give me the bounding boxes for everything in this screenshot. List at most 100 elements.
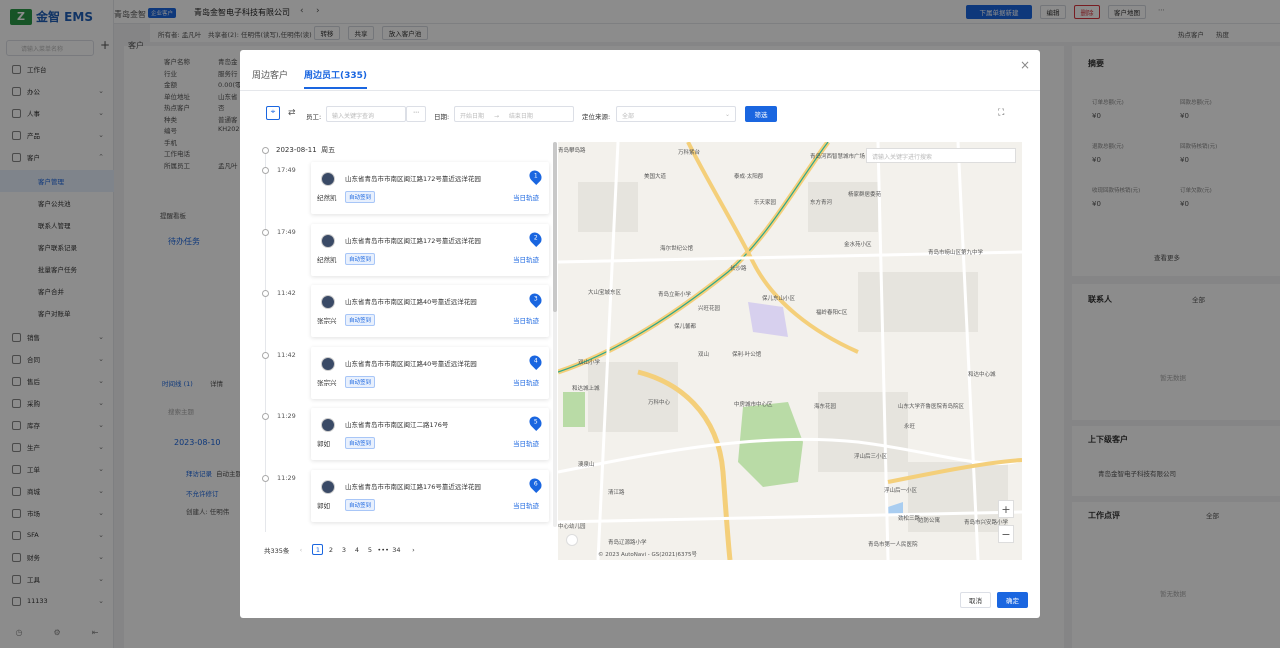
map-label: 大山宝城东区: [588, 290, 622, 296]
pager-prev-icon[interactable]: ‹: [295, 544, 306, 555]
map-label: 海尔世纪公馆: [660, 246, 694, 252]
map-label: 保儿馨都: [674, 324, 697, 330]
map-label: 金水苑小区: [844, 242, 872, 248]
daily-track-link[interactable]: 当日轨迹: [513, 254, 539, 264]
date-range-input[interactable]: 开始日期 → 结束日期: [454, 106, 574, 122]
map-label: 边防公寓: [918, 518, 941, 524]
pager-page[interactable]: 3: [338, 544, 349, 555]
source-select[interactable]: 全部 ⌄: [616, 106, 736, 122]
map-label: 长沙路: [730, 266, 747, 272]
close-icon[interactable]: ×: [1020, 58, 1030, 72]
scrollbar-thumb[interactable]: [553, 142, 557, 312]
map-label: 泰成·太阳郡: [734, 174, 764, 180]
timeline-scrollbar[interactable]: [553, 142, 557, 527]
timeline-dot: [262, 228, 269, 236]
map-roads: [558, 142, 1022, 560]
map-label: 澳泉山: [578, 462, 595, 468]
employee-name: 张宗兴: [317, 317, 337, 325]
pager-page[interactable]: 4: [351, 544, 362, 555]
checkin-address: 山东省青岛市市南区闽江路40号靠近远洋花园: [345, 298, 477, 306]
entry-time: 11:42: [277, 289, 296, 297]
locate-me-icon[interactable]: [566, 534, 578, 546]
checkin-type-badge: 自动签到: [345, 191, 376, 203]
map-view[interactable]: 请输入关键字进行搜索 青岛攀岛路 万科紫台 美国大道 泰成·太阳郡 青岛河西智慧城市广场…: [558, 142, 1022, 560]
cancel-button[interactable]: 取消: [960, 592, 991, 608]
map-label: 保儿东山小区: [762, 296, 796, 302]
map-pin-icon[interactable]: 6: [527, 475, 544, 493]
employee-input[interactable]: 输入关键字查询: [326, 106, 406, 122]
source-label: 定位来源:: [582, 113, 611, 121]
pager-page[interactable]: 1: [312, 544, 324, 555]
map-label: 杨家群居委苑: [848, 192, 882, 198]
checkin-type-badge: 自动签到: [345, 252, 376, 265]
confirm-button[interactable]: 确定: [997, 592, 1028, 608]
pager-pages: 1 2 3 4 5 ••• 34: [312, 544, 402, 555]
pager-page[interactable]: 2: [325, 544, 336, 555]
checkin-address: 山东省青岛市市南区闽江路172号靠近远洋花园: [345, 175, 481, 183]
map-label: 保利·叶公馆: [732, 352, 762, 358]
map-pin-icon[interactable]: 3: [527, 291, 544, 308]
daily-track-link[interactable]: 当日轨迹: [513, 192, 539, 202]
employee-card[interactable]: 张宗兴 山东省青岛市市南区闽江路40号靠近远洋花园自动签到 4 当日轨迹: [311, 346, 549, 399]
map-label: 双山: [698, 352, 710, 358]
map-pin-icon[interactable]: 2: [527, 229, 544, 247]
pager-page[interactable]: 34: [391, 544, 402, 555]
checkin-type-badge: 自动签到: [345, 437, 376, 449]
map-pin-icon[interactable]: 1: [527, 168, 544, 185]
pagination: 共335条 ‹ 1 2 3 4 5 ••• 34 ›: [264, 544, 419, 555]
timeline-date-dot: [262, 147, 269, 154]
checkin-type-badge: 自动签到: [345, 314, 376, 326]
employee-card[interactable]: 纪然凯 山东省青岛市市南区闽江路172号靠近远洋花园 自动签到 2 当日轨迹: [311, 223, 549, 276]
map-label: 青岛市第一人民医院: [868, 542, 918, 548]
location-icon[interactable]: ⌖: [266, 106, 280, 120]
tab-nearby-customers[interactable]: 周边客户: [252, 68, 288, 89]
chevron-down-icon: ⌄: [724, 111, 730, 118]
pager-page[interactable]: •••: [377, 544, 389, 555]
employee-card[interactable]: 郭如 山东省青岛市市南区闽江二路176号 自动签到 5 当日轨迹: [311, 408, 549, 460]
map-label: 青岛立新小学: [658, 292, 692, 298]
map-pin-icon[interactable]: 5: [527, 414, 544, 431]
avatar: [321, 233, 335, 248]
employee-card[interactable]: 郭如 山东省青岛市市南区闽江路176号靠近远洋花园 自动签到 6 当日轨迹: [311, 469, 549, 522]
map-label: 永旺: [904, 424, 916, 430]
timeline-dot: [262, 351, 269, 359]
map-search-input[interactable]: 请输入关键字进行搜索: [866, 148, 1016, 163]
pager-page[interactable]: 5: [364, 544, 375, 555]
daily-track-link[interactable]: 当日轨迹: [513, 315, 539, 325]
employee-card[interactable]: 张宗兴 山东省青岛市市南区闽江路40号靠近远洋花园自动签到 3 当日轨迹: [311, 285, 549, 337]
swap-icon[interactable]: ⇄: [288, 108, 296, 118]
zoom-out-icon[interactable]: −: [998, 525, 1014, 543]
map-label: 美国大道: [644, 174, 667, 180]
employee-name: 纪然凯: [317, 194, 337, 202]
map-label: 双山小学: [578, 360, 601, 366]
employee-name: 张宗兴: [317, 378, 337, 387]
checkin-type-badge: 自动签到: [345, 498, 376, 511]
map-label: 万科中心: [648, 400, 671, 406]
entry-time: 11:29: [277, 412, 296, 420]
entry-time: 11:29: [277, 473, 296, 482]
map-label: 浮山后三小区: [854, 454, 888, 460]
checkin-address: 山东省青岛市市南区闽江路40号靠近远洋花园: [345, 359, 477, 368]
map-label: 中心幼儿园: [558, 524, 586, 530]
date-label: 日期:: [434, 113, 450, 121]
fullscreen-icon[interactable]: ⛶: [998, 108, 1004, 118]
modal-tabs: 周边客户 周边员工(335): [252, 68, 368, 89]
daily-track-link[interactable]: 当日轨迹: [513, 377, 539, 387]
employee-card[interactable]: 纪然凯 山东省青岛市市南区闽江路172号靠近远洋花园自动签到 1 当日轨迹: [311, 162, 549, 214]
daily-track-link[interactable]: 当日轨迹: [513, 500, 539, 510]
daily-track-link[interactable]: 当日轨迹: [513, 438, 539, 448]
employee-picker-icon[interactable]: ⋯: [406, 106, 426, 122]
map-pin-icon[interactable]: 4: [527, 352, 544, 370]
zoom-in-icon[interactable]: +: [998, 500, 1014, 518]
employee-name: 纪然凯: [317, 255, 337, 264]
pager-next-icon[interactable]: ›: [408, 544, 419, 555]
arrow-right-icon: →: [493, 113, 499, 120]
modal-footer: 取消 确定: [960, 592, 1028, 608]
checkin-type-badge: 自动签到: [345, 375, 376, 388]
map-label: 乐天家园: [754, 200, 777, 206]
tab-nearby-employees[interactable]: 周边员工(335): [304, 68, 368, 89]
date-start: 开始日期: [460, 113, 485, 120]
filter-button[interactable]: 筛选: [745, 106, 777, 122]
map-label: 兴旺花园: [698, 306, 721, 312]
map-label: 和达城上城: [572, 386, 600, 392]
